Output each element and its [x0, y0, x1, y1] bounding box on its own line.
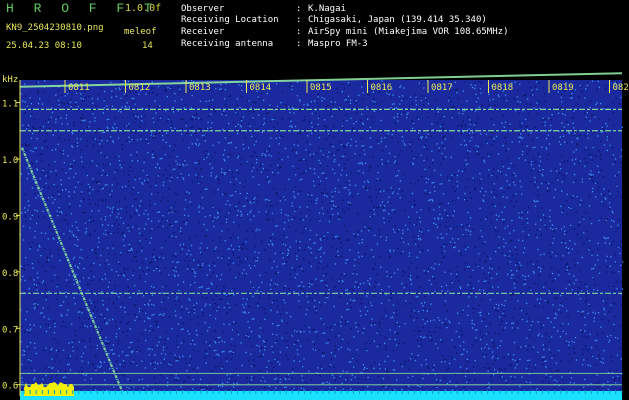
x-tick-label: 0814 [250, 83, 272, 93]
x-tick-label: 0811 [68, 83, 90, 93]
x-tick-label: 0820 [613, 83, 629, 93]
y-tick-label: 1.0 [2, 156, 18, 166]
x-tick-label: 0812 [129, 83, 151, 93]
x-tick-label: 0816 [371, 83, 393, 93]
baseline-band [20, 391, 622, 400]
x-tick-label: 0813 [189, 83, 211, 93]
x-tick-label: 0815 [310, 83, 332, 93]
x-tick-label: 0817 [431, 83, 453, 93]
y-tick-label: 0.7 [2, 325, 18, 335]
y-axis: 1.1 1.0 0.9 0.8 0.7 0.6 [2, 80, 21, 396]
y-tick-label: 1.1 [2, 100, 18, 110]
spectrogram-window: H R O F F T 1.0.0f KN9_2504230810.png me… [0, 0, 629, 400]
spectrogram-chart: 0811 0812 0813 0814 0815 0816 0817 0818 0819 0820… [2, 72, 629, 400]
y-tick-label: 0.6 [2, 382, 18, 392]
plot-background [20, 80, 622, 396]
x-tick-label: 0819 [552, 83, 574, 93]
x-tick-label: 0818 [492, 83, 514, 93]
y-tick-label: 0.8 [2, 269, 18, 279]
y-tick-label: 0.9 [2, 212, 18, 222]
